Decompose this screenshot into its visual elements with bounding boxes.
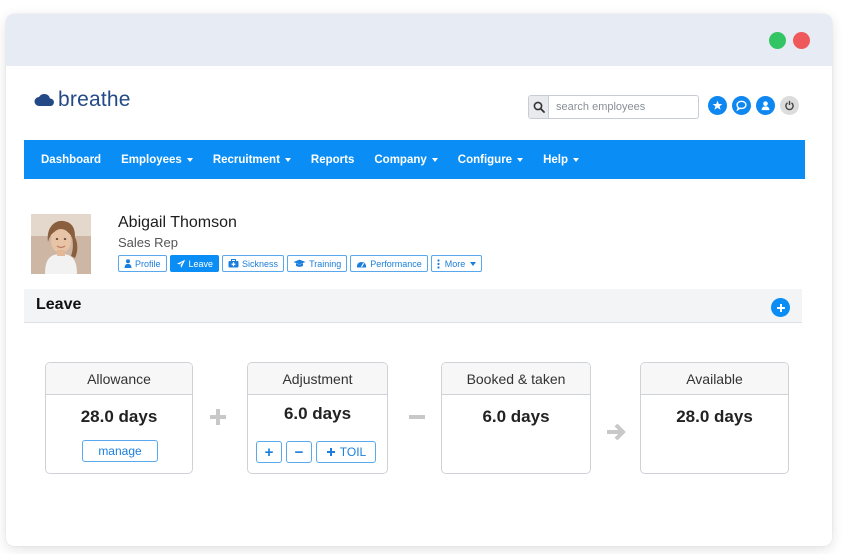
employee-name: Abigail Thomson — [118, 214, 237, 231]
toil-button[interactable]: TOIL — [316, 441, 376, 463]
logo[interactable]: breathe — [34, 88, 131, 112]
nav-reports[interactable]: Reports — [311, 154, 354, 166]
avatar — [31, 214, 91, 274]
vertical-dots-icon — [437, 258, 440, 269]
graduation-cap-icon — [293, 259, 306, 267]
chevron-down-icon — [284, 157, 291, 162]
title-bar — [6, 14, 832, 66]
plus-icon — [210, 409, 226, 425]
plus-icon — [326, 448, 335, 456]
available-card: Available 28.0 days — [640, 362, 789, 474]
nav-employees[interactable]: Employees — [121, 154, 193, 166]
increase-button[interactable]: + — [256, 441, 282, 463]
chevron-down-icon — [186, 157, 193, 162]
card-title: Allowance — [46, 363, 192, 395]
booked-taken-card: Booked & taken 6.0 days — [441, 362, 591, 474]
add-leave-button[interactable] — [771, 298, 790, 317]
logo-text: breathe — [58, 88, 131, 111]
card-value: 28.0 days — [80, 407, 158, 426]
tab-profile[interactable]: Profile — [118, 255, 167, 272]
allowance-card: Allowance 28.0 days manage — [45, 362, 193, 474]
profile-tabs: Profile Leave Sickness Training Performa… — [118, 255, 483, 272]
chevron-down-icon — [573, 157, 580, 162]
medkit-icon — [228, 259, 239, 268]
person-icon — [124, 259, 132, 268]
tab-training[interactable]: Training — [287, 255, 348, 272]
card-value: 28.0 days — [676, 407, 753, 426]
tab-performance[interactable]: Performance — [350, 255, 428, 272]
arrow-right-icon — [607, 423, 626, 441]
nav-recruitment[interactable]: Recruitment — [213, 154, 291, 166]
star-icon[interactable] — [708, 96, 727, 115]
header-icons — [708, 96, 799, 115]
card-title: Booked & taken — [442, 363, 590, 395]
search-icon — [533, 101, 545, 113]
card-title: Available — [641, 363, 788, 395]
search-box — [528, 95, 699, 119]
plus-icon — [776, 303, 785, 312]
cloud-icon — [34, 94, 54, 106]
nav-configure[interactable]: Configure — [458, 154, 524, 166]
nav-company[interactable]: Company — [374, 154, 438, 166]
tab-sickness[interactable]: Sickness — [222, 255, 285, 272]
adjustment-card: Adjustment 6.0 days + − TOIL — [247, 362, 388, 474]
user-icon[interactable] — [756, 96, 775, 115]
power-icon[interactable] — [780, 96, 799, 115]
chevron-down-icon — [517, 157, 524, 162]
card-title: Adjustment — [248, 363, 387, 395]
chat-icon[interactable] — [732, 96, 751, 115]
maximize-button[interactable] — [769, 32, 786, 49]
plane-icon — [176, 259, 185, 268]
tab-leave[interactable]: Leave — [169, 255, 220, 272]
search-input[interactable] — [549, 96, 698, 118]
employee-role: Sales Rep — [118, 235, 178, 250]
chevron-down-icon — [470, 261, 477, 266]
manage-button[interactable]: manage — [82, 440, 158, 462]
tab-more[interactable]: More — [430, 255, 483, 272]
nav-dashboard[interactable]: Dashboard — [41, 154, 101, 166]
nav-help[interactable]: Help — [543, 154, 580, 166]
search-button[interactable] — [529, 96, 549, 118]
section-title: Leave — [36, 296, 82, 313]
leave-section-header: Leave — [24, 289, 802, 323]
gauge-icon — [357, 261, 367, 267]
card-value: 6.0 days — [482, 407, 550, 426]
card-value: 6.0 days — [283, 404, 352, 423]
close-button[interactable] — [793, 32, 810, 49]
minus-icon — [409, 415, 425, 419]
chevron-down-icon — [431, 157, 438, 162]
main-nav: Dashboard Employees Recruitment Reports … — [24, 140, 805, 179]
decrease-button[interactable]: − — [286, 441, 312, 463]
